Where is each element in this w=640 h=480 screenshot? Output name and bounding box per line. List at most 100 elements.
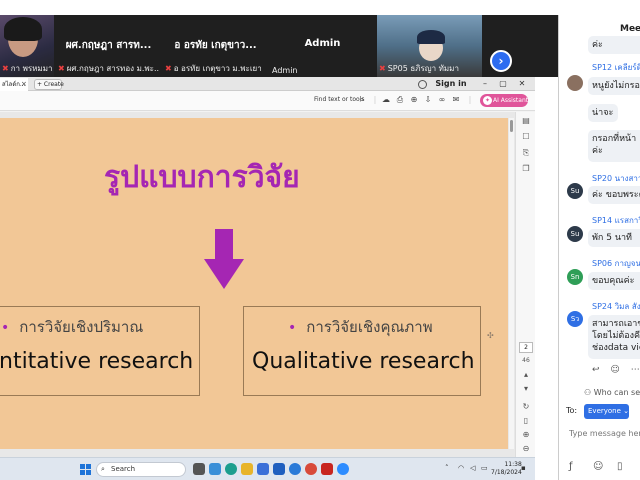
participant-caption: ✖ กา พรหมมา xyxy=(2,64,52,73)
people-icon: ⚇ xyxy=(584,388,594,397)
participant-tile-2[interactable]: ผศ.กฤษฎา สารท... ✖ ผศ.กฤษฎา สารทอง ม.พะ..… xyxy=(56,15,161,77)
participant-hair xyxy=(4,17,42,41)
reply-icon[interactable]: ↩ xyxy=(592,365,600,375)
create-button[interactable]: + Create xyxy=(34,79,64,90)
participant-caption: ✖ SP05 ธภิรญา ทัมมา xyxy=(379,64,459,73)
to-label: To: xyxy=(566,406,578,415)
export-icon[interactable]: ⎘ xyxy=(521,148,531,158)
message-sender: SP20 นางสาวเ xyxy=(592,174,640,183)
windows-taskbar: ⌕ Search ˄ ◠ ◁ ▭ 11:38 7/18/2024 ▪ xyxy=(0,457,535,480)
message-bubble: ค่ะ ขอบพระคุ xyxy=(588,186,640,204)
zoom-app-icon[interactable] xyxy=(337,463,349,475)
participant-tile-video-5[interactable]: ✖ SP05 ธภิรญา ทัมมา xyxy=(377,15,482,77)
chevron-right-icon: › xyxy=(498,54,504,68)
taskbar-search[interactable]: ⌕ Search xyxy=(96,462,186,477)
quantitative-box: • การวิจัยเชิงปริมาณ ntitative research xyxy=(0,306,200,396)
avatar: Su xyxy=(567,226,583,242)
app-icon[interactable] xyxy=(289,463,301,475)
link-icon[interactable]: ∞ xyxy=(437,95,447,105)
emoji-icon[interactable]: ☺ xyxy=(593,461,603,472)
battery-icon[interactable]: ▭ xyxy=(481,464,488,472)
mail-icon[interactable] xyxy=(273,463,285,475)
message-sender: SP24 วิมล สัง xyxy=(592,302,640,311)
message-bubble: สามารถเอาข โดยไม่ต้องคีย ช่องdata vie xyxy=(588,315,640,359)
chat-header-title: Meet xyxy=(620,24,640,34)
research-type-label: ntitative research xyxy=(0,349,194,374)
print-icon[interactable]: ⎙ xyxy=(395,95,405,105)
close-window-icon[interactable]: ✕ xyxy=(515,77,529,91)
chat-message-input[interactable]: Type message here xyxy=(569,429,640,443)
search-icon[interactable]: ⌕ xyxy=(357,95,367,105)
windows-start-icon[interactable] xyxy=(80,464,91,475)
cloud-upload-icon[interactable]: ☁ xyxy=(381,95,391,105)
participant-caption: Admin xyxy=(272,66,298,75)
mail-icon[interactable]: ✉ xyxy=(451,95,461,105)
zoom-out-icon[interactable]: ⊖ xyxy=(521,444,531,454)
page-number-field[interactable]: 2 xyxy=(519,342,533,353)
chevron-down-icon[interactable]: ▾ xyxy=(521,384,531,394)
mic-muted-icon: ✖ xyxy=(165,64,172,73)
bullet-item: • การวิจัยเชิงปริมาณ xyxy=(1,318,144,336)
widgets-icon[interactable] xyxy=(209,463,221,475)
who-can-see-link[interactable]: ⚇ Who can see xyxy=(584,388,640,397)
acrobat-icon[interactable] xyxy=(321,463,333,475)
message-bubble: ค่ะ xyxy=(588,36,640,54)
browser-tab-bar: สไลด์ก... × + Create Sign in – ▢ ✕ xyxy=(0,77,535,91)
download-icon[interactable]: ⇩ xyxy=(423,95,433,105)
folder-icon[interactable] xyxy=(241,463,253,475)
participant-tile-3[interactable]: อ อรทัย เกตุขาว... ✖ อ อรทัย เกตุขาว ม.พะ… xyxy=(163,15,268,77)
ai-assistant-label: AI Assistant xyxy=(493,97,529,104)
ai-assistant-button[interactable]: ✦ AI Assistant xyxy=(480,94,528,107)
participant-caption: ✖ อ อรทัย เกตุขาว ม.พะเยา xyxy=(165,64,262,73)
more-icon[interactable]: ⋯ xyxy=(631,365,640,375)
scroll-thumb[interactable] xyxy=(510,120,513,132)
participant-tile-video-1[interactable]: ✖ กา พรหมมา xyxy=(0,15,54,77)
comment-icon[interactable]: ▤ xyxy=(521,116,531,126)
search-icon: ⌕ xyxy=(101,465,105,473)
sign-in-button[interactable]: Sign in xyxy=(430,78,472,90)
message-sender: SP14 แรสกาวี xyxy=(592,216,640,225)
format-text-icon[interactable]: ƒ xyxy=(569,461,573,472)
tray-chevron-icon[interactable]: ˄ xyxy=(445,464,449,472)
message-bubble: ขอบคุณค่ะ xyxy=(588,272,640,290)
mic-muted-icon: ✖ xyxy=(58,64,65,73)
down-arrow-icon xyxy=(204,229,244,289)
maximize-icon[interactable]: ▢ xyxy=(496,77,510,91)
page-total: 46 xyxy=(522,357,530,364)
chrome-icon[interactable] xyxy=(305,463,317,475)
reaction-row: ↩ ☺ ⋯ xyxy=(592,365,640,375)
message-bubble: พัก 5 นาที xyxy=(588,229,640,247)
notification-icon[interactable]: ▪ xyxy=(521,464,526,472)
recipient-value: Everyone xyxy=(588,407,621,415)
refresh-icon[interactable]: ↻ xyxy=(521,402,531,412)
minimize-icon[interactable]: – xyxy=(478,77,492,91)
taskbar-clock[interactable]: 11:38 7/18/2024 xyxy=(491,461,522,477)
store-icon[interactable] xyxy=(257,463,269,475)
wifi-icon[interactable]: ◠ xyxy=(458,464,464,472)
emoji-icon[interactable]: ☺ xyxy=(610,365,619,375)
zoom-in-icon[interactable]: ⊕ xyxy=(521,430,531,440)
participant-tile-4[interactable]: Admin Admin xyxy=(270,15,375,77)
volume-icon[interactable]: ◁ xyxy=(470,464,475,472)
viewer-side-rail: ▤ ☐ ⎘ ❐ 2 46 ▴ ▾ ↻ ▯ ⊕ ⊖ xyxy=(515,112,535,457)
participant-name: ผศ.กฤษฎา สารท... xyxy=(65,40,152,51)
avatar: Sว xyxy=(567,311,583,327)
close-tab-icon[interactable]: × xyxy=(21,78,27,91)
slide-title: รูปแบบการวิจัย xyxy=(104,160,300,195)
scrollbar[interactable] xyxy=(509,118,514,449)
edge-icon[interactable] xyxy=(225,463,237,475)
message-sender: SP06 กาญจนา xyxy=(592,259,640,268)
zoom-icon[interactable]: ⊕ xyxy=(409,95,419,105)
gallery-next-button[interactable]: › xyxy=(490,50,512,72)
copy-icon[interactable]: ❐ xyxy=(521,164,531,174)
research-type-label: Qualitative research xyxy=(252,349,475,374)
qualitative-box: • การวิจัยเชิงคุณภาพ Qualitative research xyxy=(243,306,481,396)
recipient-dropdown[interactable]: Everyone ⌄ xyxy=(584,404,629,419)
chevron-up-icon[interactable]: ▴ xyxy=(521,370,531,380)
page-icon[interactable]: ▯ xyxy=(521,416,531,426)
taskview-icon[interactable] xyxy=(193,463,205,475)
clock-date: 7/18/2024 xyxy=(491,469,522,476)
file-icon[interactable]: ▯ xyxy=(617,461,623,472)
bullet-icon: • xyxy=(1,320,10,336)
chat-bubble-icon[interactable]: ☐ xyxy=(521,132,531,142)
